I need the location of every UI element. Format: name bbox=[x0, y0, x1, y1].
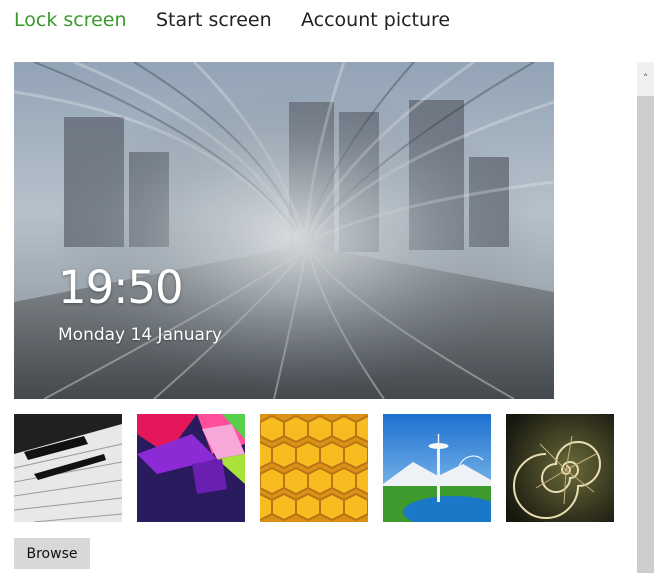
thumbnail-nautilus[interactable] bbox=[506, 414, 614, 522]
thumbnail-geometric[interactable] bbox=[137, 414, 245, 522]
tab-lock-screen[interactable]: Lock screen bbox=[14, 6, 127, 34]
vertical-scrollbar[interactable]: ˄ bbox=[637, 62, 654, 575]
browse-button[interactable]: Browse bbox=[14, 538, 90, 569]
chevron-up-icon: ˄ bbox=[642, 72, 649, 85]
thumbnail-honeycomb[interactable] bbox=[260, 414, 368, 522]
lock-screen-date: Monday 14 January bbox=[58, 325, 222, 345]
lock-screen-preview: 19:50 Monday 14 January bbox=[14, 62, 554, 399]
honeycomb-image bbox=[260, 414, 368, 522]
lock-screen-time: 19:50 bbox=[58, 261, 184, 314]
thumbnail-space-needle[interactable] bbox=[383, 414, 491, 522]
background-thumbnail-list bbox=[14, 414, 614, 522]
thumbnail-piano[interactable] bbox=[14, 414, 122, 522]
space-needle-image bbox=[383, 414, 491, 522]
tab-account-picture[interactable]: Account picture bbox=[301, 6, 450, 34]
piano-keys-image bbox=[14, 414, 122, 522]
preview-background-image bbox=[14, 62, 554, 399]
scrollbar-thumb[interactable] bbox=[637, 96, 654, 573]
nautilus-shell-image bbox=[506, 414, 614, 522]
geometric-shapes-image bbox=[137, 414, 245, 522]
scroll-up-button[interactable]: ˄ bbox=[637, 62, 654, 96]
tab-start-screen[interactable]: Start screen bbox=[156, 6, 272, 34]
